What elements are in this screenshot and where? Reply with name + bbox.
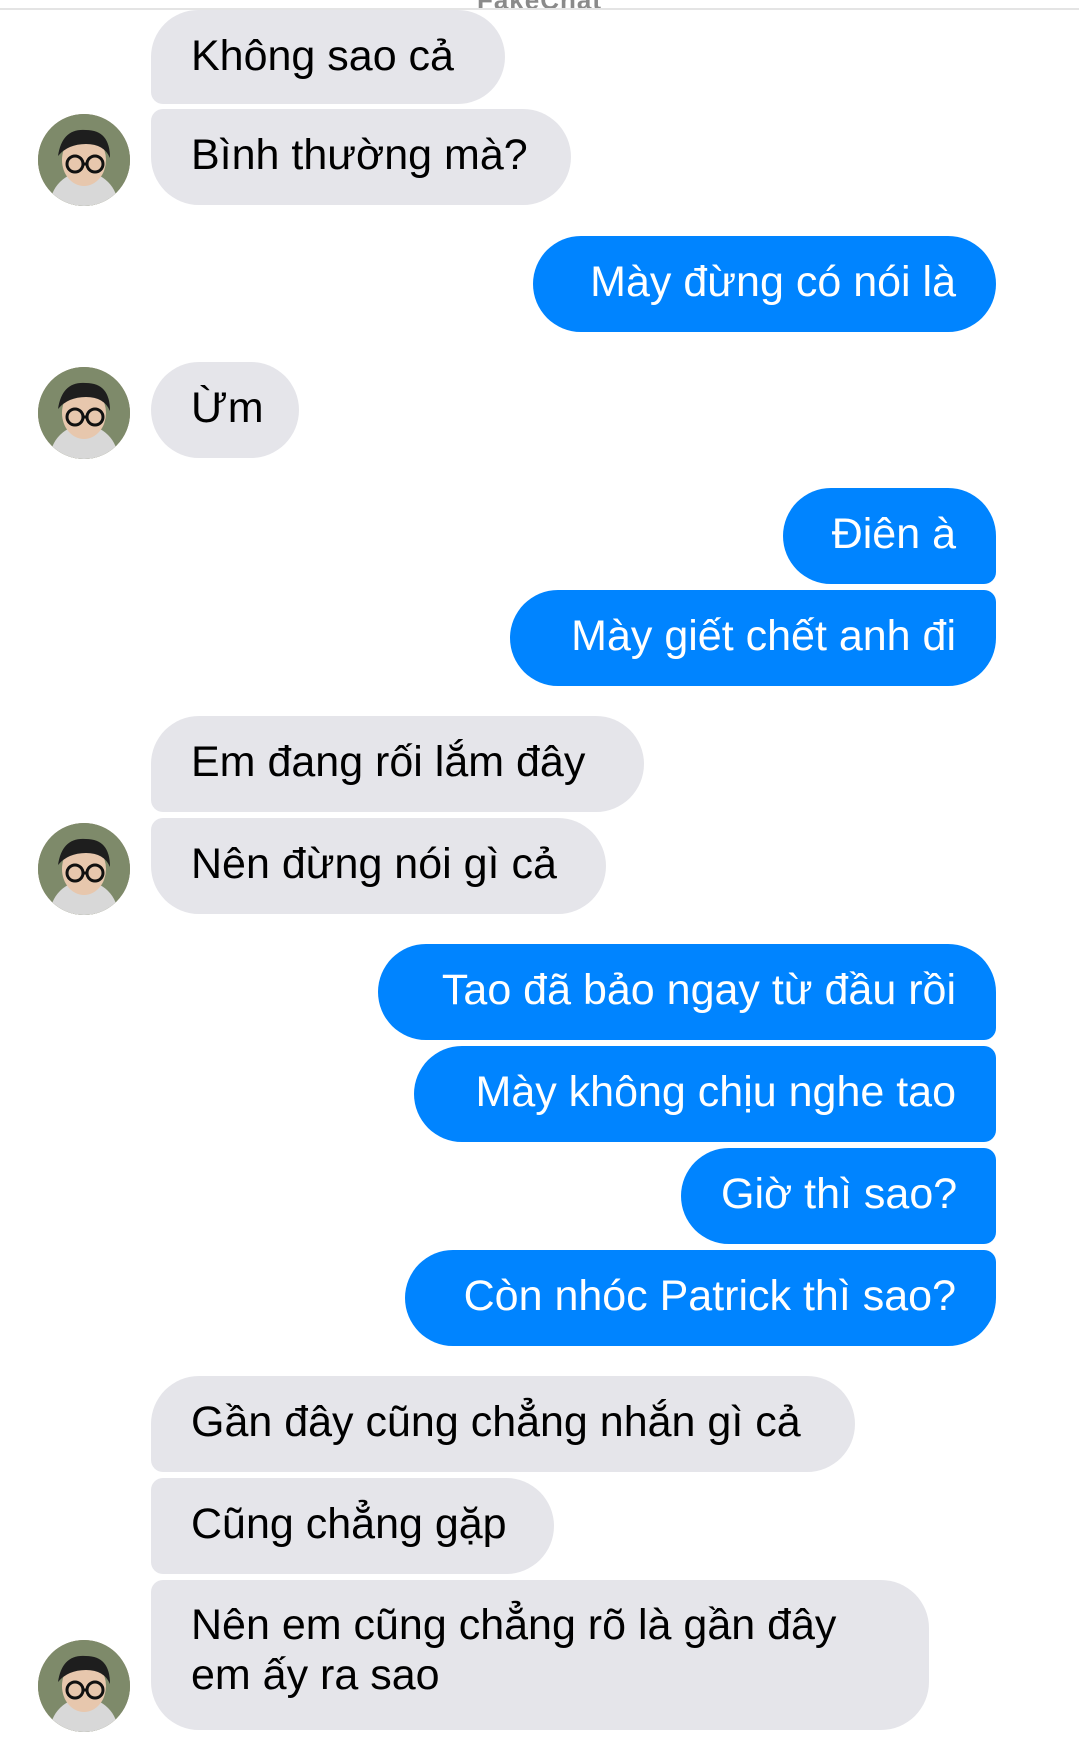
header-divider [0,8,1079,10]
message-bubble-outgoing[interactable]: Điên à [783,488,996,584]
user-avatar-photo-icon [38,367,130,459]
user-avatar-photo-icon [38,1640,130,1732]
contact-avatar[interactable] [38,823,130,915]
user-avatar-photo-icon [38,823,130,915]
message-bubble-outgoing[interactable]: Mày giết chết anh đi [510,590,996,686]
message-bubble-incoming[interactable]: Nên đừng nói gì cả [151,818,606,914]
message-bubble-incoming[interactable]: Gần đây cũng chẳng nhắn gì cả [151,1376,855,1472]
message-bubble-incoming[interactable]: Bình thường mà? [151,109,571,205]
message-bubble-incoming[interactable]: Ừm [151,362,299,458]
message-bubble-incoming[interactable]: Cũng chẳng gặp [151,1478,554,1574]
message-bubble-outgoing[interactable]: Mày không chịu nghe tao [414,1046,996,1142]
user-avatar-photo-icon [38,114,130,206]
message-bubble-incoming[interactable]: Không sao cả [151,10,505,104]
message-bubble-outgoing[interactable]: Tao đã bảo ngay từ đầu rồi [378,944,996,1040]
message-bubble-incoming[interactable]: Nên em cũng chẳng rõ là gần đây em ấy ra… [151,1580,929,1730]
message-bubble-outgoing[interactable]: Giờ thì sao? [681,1148,996,1244]
app-watermark: FakeChat [476,0,603,15]
contact-avatar[interactable] [38,1640,130,1732]
contact-avatar[interactable] [38,367,130,459]
message-bubble-incoming[interactable]: Em đang rối lắm đây [151,716,644,812]
message-bubble-outgoing[interactable]: Mày đừng có nói là [533,236,996,332]
message-bubble-outgoing[interactable]: Còn nhóc Patrick thì sao? [405,1250,996,1346]
contact-avatar[interactable] [38,114,130,206]
